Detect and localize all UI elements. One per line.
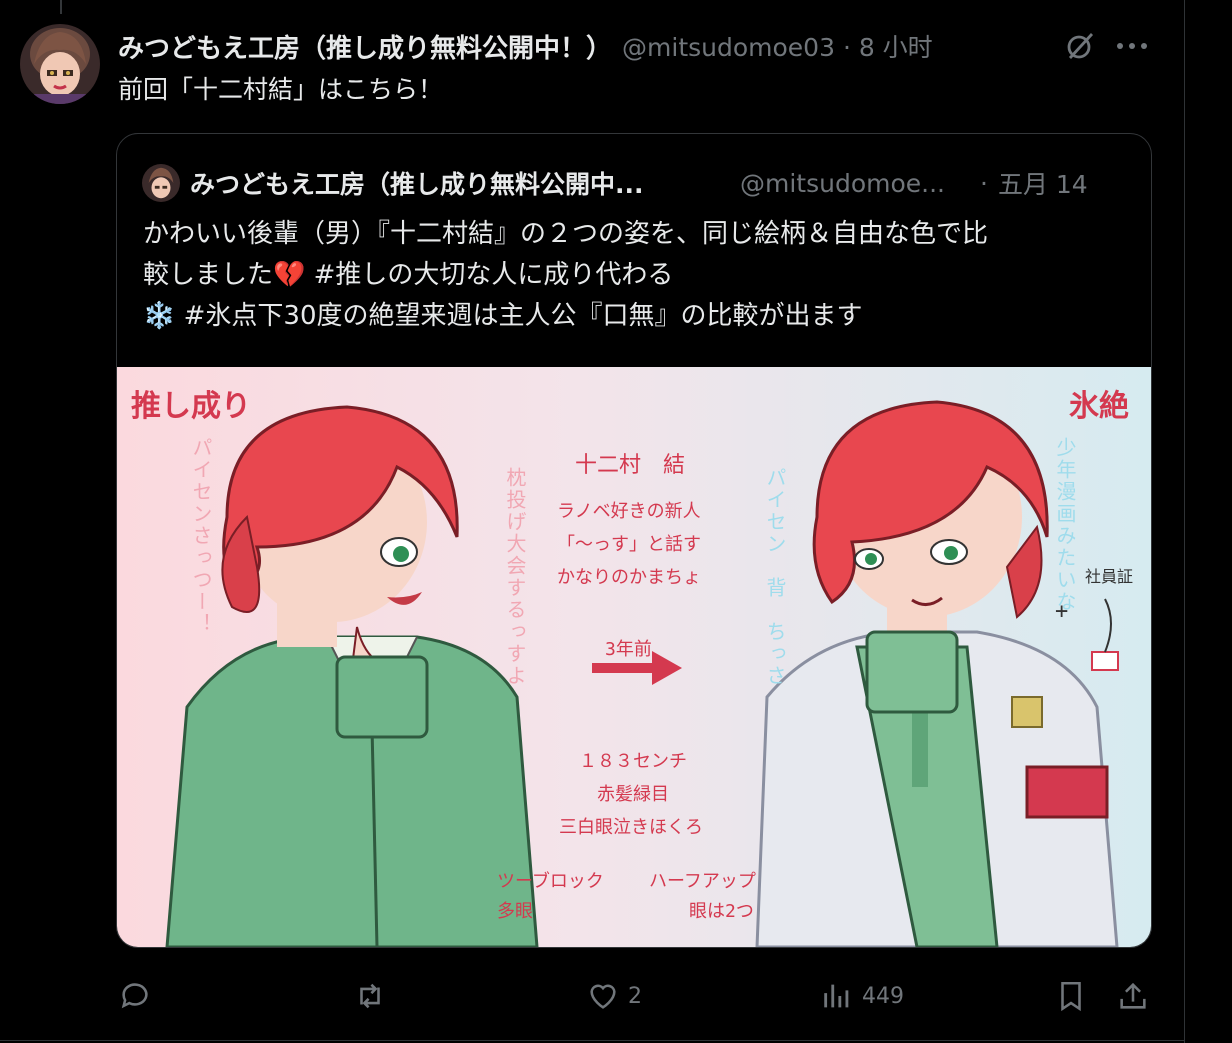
display-name[interactable]: みつどもえ工房（推し成り無料公開中！） bbox=[118, 28, 612, 65]
retweet-button[interactable] bbox=[352, 968, 396, 1024]
quote-text: かわいい後輩（男）『十二村結』の２つの姿を、同じ絵柄＆自由な色で比 較しました💔… bbox=[143, 214, 1133, 337]
action-bar: 2 449 bbox=[0, 968, 1184, 1024]
comparison-illustration[interactable]: 推し成り 氷絶 十二村 結 ラノベ好きの新人 「～っす」と話す かなりのかまちょ… bbox=[117, 367, 1151, 947]
share-button[interactable] bbox=[1116, 968, 1150, 1024]
retweet-icon bbox=[360, 983, 380, 1009]
plus-sign: + bbox=[1055, 599, 1069, 624]
quote-handle[interactable]: @mitsudomoe... bbox=[740, 169, 970, 198]
left-character bbox=[165, 405, 539, 947]
vertical-text-left-2: 枕投げ大会するっすよ bbox=[503, 467, 527, 687]
tweet-text: 前回「十二村結」はこちら！ bbox=[118, 75, 444, 104]
vertical-text-right-1: パイセン 背 ちっさ bbox=[763, 467, 787, 687]
art-title-right: 氷絶 bbox=[1069, 389, 1129, 424]
avatar[interactable] bbox=[20, 24, 100, 104]
vertical-text-left-1: パイセンさっつー！ bbox=[189, 437, 213, 635]
view-count: 449 bbox=[862, 983, 904, 1009]
arrow-label: 3年前 bbox=[605, 639, 652, 660]
tweet-header: みつどもえ工房（推し成り無料公開中！） @mitsudomoe03 · 8 小时 bbox=[118, 26, 933, 66]
heart-icon bbox=[590, 984, 616, 1009]
right-eyes-note: 眼は2つ bbox=[689, 901, 754, 922]
desc-line-2: 「～っす」と話す bbox=[557, 534, 701, 555]
desc-line-3: かなりのかまちょ bbox=[557, 567, 701, 588]
grok-icon[interactable] bbox=[1062, 28, 1098, 64]
analytics-icon bbox=[824, 984, 849, 1008]
handle-and-time[interactable]: @mitsudomoe03 · 8 小时 bbox=[622, 28, 933, 64]
desc-line-1: ラノベ好きの新人 bbox=[557, 501, 701, 522]
quote-text-line: かわいい後輩（男）『十二村結』の２つの姿を、同じ絵柄＆自由な色で比 bbox=[143, 219, 989, 249]
tweet-divider bbox=[0, 1040, 1184, 1041]
stat-features: 三白眼泣きほくろ bbox=[559, 817, 703, 838]
share-icon bbox=[1120, 982, 1146, 1009]
quote-text-line: 較しました💔 #推しの大切な人に成り代わる bbox=[143, 260, 674, 290]
vertical-text-right-2: 少年漫画みたいな bbox=[1053, 437, 1077, 613]
stat-hair-eyes: 赤髪緑目 bbox=[597, 784, 669, 805]
bookmark-icon bbox=[1061, 981, 1081, 1012]
bookmark-button[interactable] bbox=[1054, 968, 1088, 1024]
quote-text-line: ❄️ #氷点下30度の絶望来週は主人公『口無』の比較が出ます bbox=[143, 301, 863, 331]
timeline-border bbox=[1184, 0, 1185, 1043]
stat-height: １８３センチ bbox=[579, 751, 687, 772]
right-hairstyle: ハーフアップ bbox=[649, 871, 756, 892]
thread-connector-line bbox=[60, 0, 62, 14]
views-button[interactable]: 449 bbox=[820, 968, 904, 1024]
left-hairstyle: ツーブロック bbox=[497, 871, 604, 892]
quote-tweet-card[interactable]: みつどもえ工房（推し成り無料公開中... @mitsudomoe... · 五月… bbox=[116, 133, 1152, 948]
quote-timestamp[interactable]: 五月 14 bbox=[998, 165, 1088, 201]
quote-separator: · bbox=[980, 168, 988, 198]
like-button[interactable]: 2 bbox=[586, 968, 642, 1024]
more-options-icon[interactable] bbox=[1112, 28, 1152, 64]
left-eyes-note: 多眼 bbox=[497, 901, 533, 922]
quote-display-name[interactable]: みつどもえ工房（推し成り無料公開中... bbox=[190, 165, 730, 201]
character-name: 十二村 結 bbox=[575, 453, 686, 478]
quote-header: みつどもえ工房（推し成り無料公開中... @mitsudomoe... · 五月… bbox=[142, 164, 1088, 202]
badge-label: 社員証 bbox=[1085, 567, 1134, 586]
art-title-left: 推し成り bbox=[131, 389, 251, 424]
reply-button[interactable] bbox=[118, 968, 160, 1024]
quote-avatar bbox=[142, 164, 180, 202]
reply-icon bbox=[121, 983, 148, 1009]
like-count: 2 bbox=[628, 983, 642, 1009]
